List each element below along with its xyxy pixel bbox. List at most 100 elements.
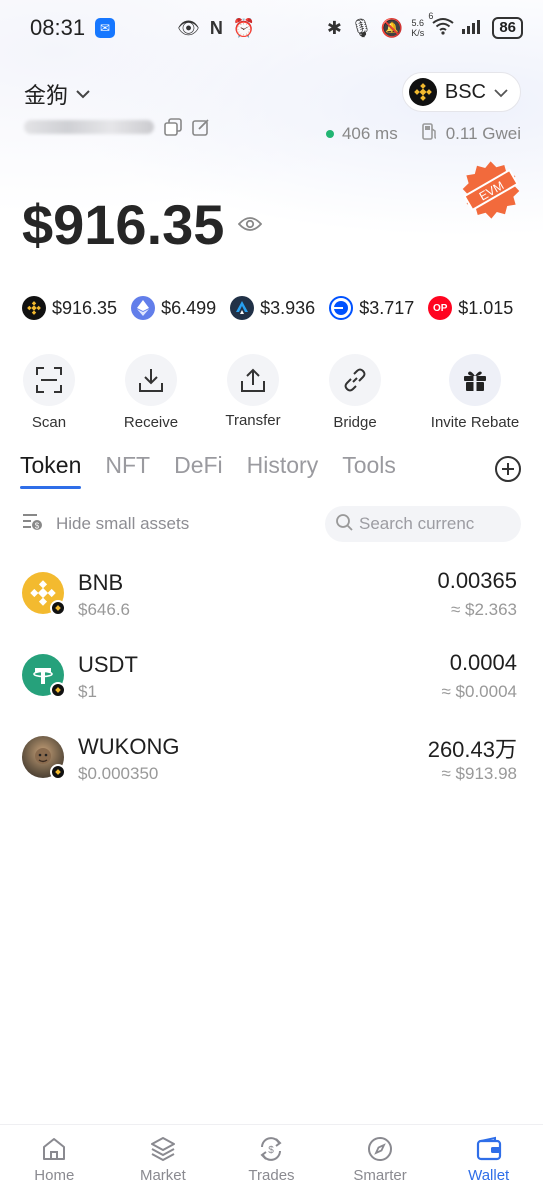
filter-row: $ Hide small assets — [22, 506, 521, 542]
svg-text:$: $ — [269, 1145, 275, 1156]
hide-small-assets-toggle[interactable]: Hide small assets — [56, 514, 189, 534]
receive-label: Receive — [123, 414, 179, 431]
wallet-name: 金狗 — [24, 83, 69, 108]
nav-smarter[interactable]: Smarter — [326, 1125, 435, 1200]
nav-trades[interactable]: $ Trades — [217, 1125, 326, 1200]
status-time: 08:31 — [30, 15, 86, 40]
status-bar: 08:31 ✉ 👁 N ⏰ ✱ 🎙 🔕 5.6 K/s 6 86 — [0, 0, 543, 56]
token-name: BNB — [78, 570, 124, 595]
chain-chip[interactable]: $916.35 — [22, 296, 117, 320]
ethereum-icon — [131, 296, 156, 320]
token-row-usdt[interactable]: USDT $1 0.0004 ≈ $0.0004 — [22, 646, 517, 708]
mic-icon: 🎙 — [350, 17, 373, 38]
token-price: $646.6 — [78, 600, 130, 619]
address-row — [24, 118, 210, 136]
plus-icon — [502, 463, 514, 475]
filter-icon[interactable]: $ — [22, 512, 44, 537]
invite-rebate-button[interactable]: Invite Rebate — [425, 354, 525, 431]
search-input[interactable] — [359, 514, 509, 534]
token-value: ≈ $913.98 — [441, 764, 517, 783]
network-status: 406 ms 0.11 Gwei — [325, 122, 521, 145]
chain-balance-strip: $916.35$6.499$3.936$3.717OP$1.015E: — [22, 296, 522, 320]
battery-indicator: 86 — [492, 17, 523, 39]
gas-pump-icon — [421, 122, 438, 145]
receive-button[interactable]: Receive — [103, 354, 199, 431]
gift-icon — [449, 354, 501, 406]
chain-selector-button[interactable]: BSC — [401, 72, 521, 112]
quick-actions: Scan Receive Transfer Bridge Invite Reba… — [0, 354, 543, 434]
swap-icon: $ — [260, 1137, 283, 1161]
nav-market[interactable]: Market — [109, 1125, 218, 1200]
nav-market-label: Market — [139, 1167, 186, 1184]
tab-defi[interactable]: DeFi — [174, 452, 223, 489]
signal-icon — [462, 18, 484, 39]
chain-name: BSC — [444, 80, 486, 103]
scan-button[interactable]: Scan — [1, 354, 97, 431]
mute-icon: 🔕 — [380, 17, 404, 38]
nav-trades-label: Trades — [248, 1167, 295, 1184]
token-amount: 0.0004 — [449, 650, 517, 675]
optimism-icon: OP — [428, 296, 453, 320]
wallet-address-blurred — [24, 120, 154, 134]
chain-chip-value: $3.936 — [260, 297, 316, 318]
transfer-label: Transfer — [225, 412, 281, 429]
status-indicators: 👁 N ⏰ — [177, 18, 255, 39]
token-name: WUKONG — [78, 734, 180, 759]
transfer-button[interactable]: Transfer — [205, 354, 301, 429]
link-icon — [329, 354, 381, 406]
chain-chip-value: $916.35 — [52, 297, 118, 318]
nav-home-label: Home — [34, 1167, 75, 1184]
wifi-label: 6 — [428, 10, 434, 21]
evm-badge: EVM — [461, 160, 521, 220]
nfc-icon: N — [209, 17, 223, 38]
tab-history[interactable]: History — [247, 452, 319, 489]
scan-label: Scan — [31, 414, 67, 431]
bsc-chain-badge-icon — [50, 682, 66, 698]
base-icon — [329, 296, 354, 320]
wifi-icon: 6 — [428, 11, 454, 40]
bluetooth-icon: ✱ — [326, 17, 343, 38]
app-notification-icon: ✉ — [95, 18, 116, 38]
invite-rebate-label: Invite Rebate — [430, 414, 520, 431]
search-box — [325, 506, 521, 542]
latency-dot — [325, 129, 334, 138]
home-icon — [43, 1138, 66, 1160]
balance-value: $916.35 — [22, 193, 225, 256]
copy-icon[interactable] — [164, 118, 182, 136]
nav-home[interactable]: Home — [0, 1125, 109, 1200]
tab-tools[interactable]: Tools — [342, 452, 396, 489]
bnb-chain-icon — [22, 296, 46, 320]
wallet-selector[interactable]: 金狗 — [24, 78, 90, 110]
chain-chip[interactable]: $3.936 — [230, 296, 315, 320]
edit-icon[interactable] — [192, 118, 210, 136]
alarm-icon: ⏰ — [232, 17, 256, 38]
chain-chip[interactable]: OP $1.015 — [428, 296, 513, 320]
tab-nft[interactable]: NFT — [105, 452, 150, 489]
chain-chip[interactable]: $3.717 — [329, 296, 414, 320]
token-name: USDT — [78, 652, 138, 677]
tab-token[interactable]: Token — [20, 452, 82, 489]
token-value: ≈ $2.363 — [450, 600, 517, 619]
layers-icon — [150, 1137, 175, 1162]
compass-icon — [368, 1137, 393, 1161]
token-row-wukong[interactable]: WUKONG $0.000350 260.43万 ≈ $913.98 — [22, 728, 517, 790]
bridge-button[interactable]: Bridge — [307, 354, 403, 431]
wallet-icon — [476, 1136, 501, 1161]
nav-wallet-label: Wallet — [468, 1167, 510, 1184]
bnb-chain-icon — [408, 78, 437, 106]
token-price: $1 — [78, 682, 97, 701]
add-token-button[interactable] — [495, 456, 521, 482]
nav-wallet[interactable]: Wallet — [434, 1125, 543, 1200]
chain-chip[interactable]: $6.499 — [131, 296, 216, 320]
upload-icon — [227, 354, 279, 406]
token-row-bnb[interactable]: BNB $646.6 0.00365 ≈ $2.363 — [22, 564, 517, 626]
status-right: ✱ 🎙 🔕 5.6 K/s 6 86 — [326, 11, 523, 40]
latency-value: 406 ms — [341, 123, 398, 143]
bridge-label: Bridge — [333, 414, 377, 431]
svg-text:$: $ — [35, 521, 40, 530]
arbitrum-icon — [230, 296, 255, 320]
eye-icon[interactable] — [238, 212, 263, 238]
scan-icon — [23, 354, 75, 406]
total-balance: $916.35 — [22, 192, 263, 257]
token-value: ≈ $0.0004 — [441, 682, 517, 701]
